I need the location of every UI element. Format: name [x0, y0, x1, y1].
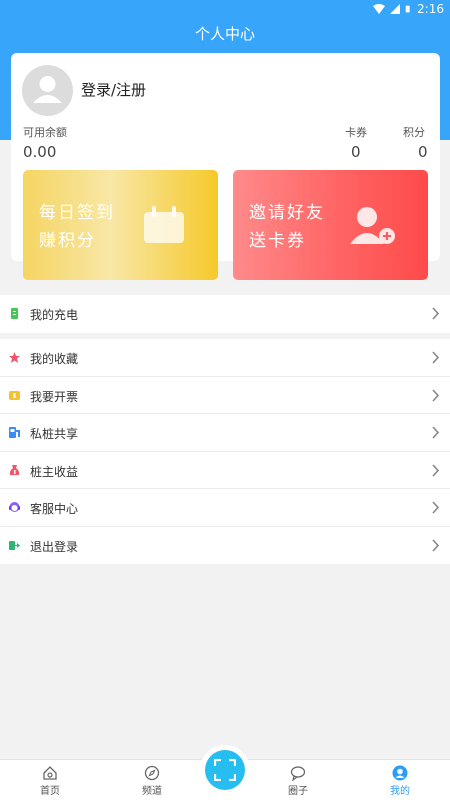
money-bag-icon — [9, 464, 20, 475]
menu-item-customer-service[interactable]: 客服中心 — [0, 489, 450, 527]
menu-label: 我的充电 — [30, 308, 79, 322]
add-user-icon — [350, 207, 395, 244]
scan-icon — [214, 759, 236, 781]
invite-title-line1: 邀请好友 — [249, 203, 325, 223]
tab-label: 频道 — [142, 786, 162, 797]
calendar-icon — [144, 206, 184, 243]
home-icon — [43, 766, 57, 780]
wifi-icon — [373, 4, 386, 14]
signin-title-line2: 赚积分 — [39, 231, 96, 251]
coupon-label: 卡券 — [345, 126, 367, 139]
menu-label: 我要开票 — [30, 389, 79, 404]
menu-label: 客服中心 — [30, 502, 79, 516]
signal-icon — [390, 4, 401, 14]
tab-label: 我的 — [390, 786, 410, 797]
menu-item-logout[interactable]: 退出登录 — [0, 527, 450, 565]
menu-label: 私桩共享 — [30, 427, 79, 441]
menu-item-my-charging[interactable]: 我的充电 — [0, 295, 450, 333]
chevron-right-icon — [432, 463, 440, 477]
user-profile-icon — [392, 765, 408, 781]
menu-item-owner-earnings[interactable]: 桩主收益 — [0, 452, 450, 489]
login-register-link[interactable]: 登录/注册 — [81, 79, 146, 100]
menu-item-invoice[interactable]: 我要开票 — [0, 377, 450, 414]
chevron-right-icon — [432, 538, 440, 552]
charger-icon — [9, 427, 20, 438]
daily-signin-card[interactable]: 每日签到 赚积分 — [23, 170, 218, 280]
tab-mine[interactable]: 我的 — [370, 760, 430, 800]
scan-button[interactable] — [205, 750, 245, 790]
chevron-right-icon — [432, 388, 440, 402]
tab-circle[interactable]: 圈子 — [268, 760, 328, 800]
points-label: 积分 — [403, 126, 425, 139]
page-title: 个人中心 — [194, 25, 255, 43]
menu-item-private-charger-share[interactable]: 私桩共享 — [0, 414, 450, 452]
charging-menu-group: 我的充电 — [0, 295, 450, 333]
invite-title-line2: 送卡券 — [249, 231, 306, 251]
chevron-right-icon — [432, 426, 440, 439]
menu-label: 桩主收益 — [30, 464, 79, 479]
chevron-right-icon — [432, 501, 440, 514]
service-icon — [9, 502, 20, 512]
tab-label: 圈子 — [288, 786, 308, 797]
star-icon — [9, 352, 20, 363]
chevron-right-icon — [432, 351, 440, 364]
compass-icon — [144, 765, 160, 781]
battery-icon — [11, 308, 18, 319]
signin-title-line1: 每日签到 — [39, 203, 115, 223]
tab-channel[interactable]: 频道 — [122, 760, 182, 800]
user-avatar-icon — [33, 76, 62, 103]
status-time: 2:16 — [417, 2, 444, 16]
invoice-icon — [9, 390, 20, 400]
tab-home[interactable]: 首页 — [20, 760, 80, 800]
points-value: 0 — [418, 143, 428, 161]
balance-label: 可用余额 — [23, 126, 67, 139]
chat-bubble-icon — [290, 766, 306, 781]
menu-label: 退出登录 — [30, 539, 79, 554]
invite-friends-card[interactable]: 邀请好友 送卡券 — [233, 170, 428, 280]
menu-label: 我的收藏 — [30, 352, 79, 366]
menu-item-favorites[interactable]: 我的收藏 — [0, 339, 450, 377]
balance-value: 0.00 — [23, 143, 57, 161]
battery-icon — [405, 5, 410, 13]
main-menu-group: 我的收藏 我要开票 私桩共享 桩主收益 客服中心 退出登录 — [0, 339, 450, 564]
coupon-value: 0 — [351, 143, 361, 161]
avatar[interactable] — [22, 65, 73, 116]
logout-icon — [9, 540, 20, 550]
chevron-right-icon — [432, 307, 440, 320]
status-bar: 2:16 — [0, 0, 450, 20]
tab-label: 首页 — [40, 786, 60, 797]
